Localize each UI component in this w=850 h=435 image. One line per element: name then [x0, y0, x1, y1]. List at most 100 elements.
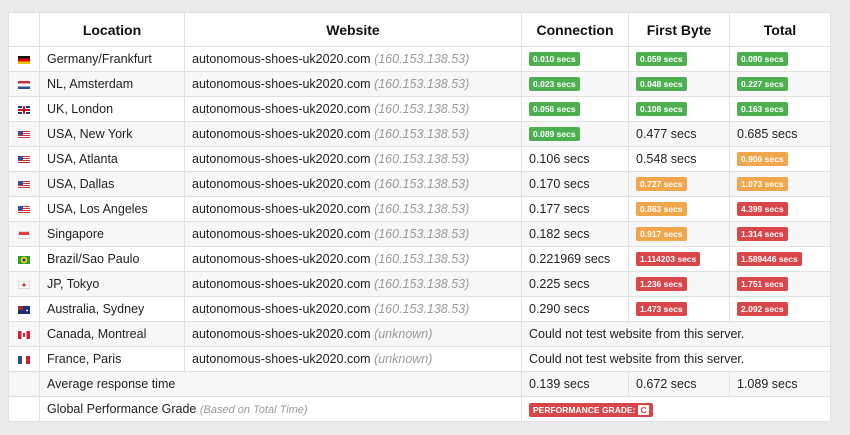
average-row: Average response time 0.139 secs 0.672 sec…: [8, 371, 831, 397]
website-cell: autonomous-shoes-uk2020.com (160.153.138…: [184, 296, 522, 322]
connection-value: 0.170 secs: [529, 177, 590, 191]
connection-cell: 0.221969 secs: [521, 246, 629, 272]
table-row: UK, London autonomous-shoes-uk2020.com (1…: [8, 96, 831, 122]
total-cell: 0.906 secs: [729, 146, 831, 172]
location-name: UK, London: [47, 102, 114, 116]
table-row: JP, Tokyo autonomous-shoes-uk2020.com (16…: [8, 271, 831, 297]
first-byte-cell: 0.917 secs: [628, 221, 730, 247]
usa-flag-icon: [18, 180, 30, 189]
first-byte-value: 0.548 secs: [636, 152, 697, 166]
total-cell: 4.399 secs: [729, 196, 831, 222]
website-domain: autonomous-shoes-uk2020.com: [192, 227, 371, 241]
total-badge: 0.090 secs: [737, 52, 788, 67]
grade-sublabel: (Based on Total Time): [199, 404, 308, 416]
usa-flag-icon: [18, 130, 30, 139]
flag-cell: [8, 46, 40, 72]
first-byte-header: First Byte: [628, 12, 730, 47]
flag-cell: [8, 271, 40, 297]
website-ip: (160.153.138.53): [374, 302, 470, 316]
connection-badge: 0.023 secs: [529, 77, 580, 92]
website-domain: autonomous-shoes-uk2020.com: [192, 77, 371, 91]
website-ip: (160.153.138.53): [374, 202, 470, 216]
usa-flag-icon: [18, 205, 30, 214]
total-badge: 1.589446 secs: [737, 252, 802, 267]
website-ip: (160.153.138.53): [374, 152, 470, 166]
average-flag-cell: [8, 371, 40, 397]
average-connection-cell: 0.139 secs: [521, 371, 629, 397]
location-cell: USA, Los Angeles: [39, 196, 185, 222]
website-ip: (160.153.138.53): [374, 102, 470, 116]
website-cell: autonomous-shoes-uk2020.com (unknown): [184, 346, 522, 372]
website-cell: autonomous-shoes-uk2020.com (unknown): [184, 321, 522, 347]
average-total-value: 1.089 secs: [737, 377, 798, 391]
total-value: 0.685 secs: [737, 127, 798, 141]
location-header: Location: [39, 12, 185, 47]
error-message-cell: Could not test website from this server.: [521, 346, 831, 372]
website-ip: (unknown): [374, 352, 433, 366]
total-badge: 1.073 secs: [737, 177, 788, 192]
table-row: NL, Amsterdam autonomous-shoes-uk2020.com…: [8, 71, 831, 97]
flag-cell: [8, 121, 40, 147]
location-cell: USA, New York: [39, 121, 185, 147]
location-cell: Brazil/Sao Paulo: [39, 246, 185, 272]
average-label-cell: Average response time: [39, 371, 522, 397]
france-flag-icon: [18, 355, 30, 364]
flag-cell: [8, 346, 40, 372]
japan-flag-icon: [18, 280, 30, 289]
connection-cell: 0.225 secs: [521, 271, 629, 297]
website-ip: (160.153.138.53): [374, 77, 470, 91]
table-row: USA, Los Angeles autonomous-shoes-uk2020.…: [8, 196, 831, 222]
website-domain: autonomous-shoes-uk2020.com: [192, 127, 371, 141]
website-domain: autonomous-shoes-uk2020.com: [192, 102, 371, 116]
first-byte-badge: 0.727 secs: [636, 177, 687, 192]
connection-value: 0.182 secs: [529, 227, 590, 241]
total-badge: 1.314 secs: [737, 227, 788, 242]
first-byte-cell: 0.548 secs: [628, 146, 730, 172]
total-cell: 2.092 secs: [729, 296, 831, 322]
total-header: Total: [729, 12, 831, 47]
connection-value: 0.221969 secs: [529, 252, 611, 266]
website-cell: autonomous-shoes-uk2020.com (160.153.138…: [184, 46, 522, 72]
website-cell: autonomous-shoes-uk2020.com (160.153.138…: [184, 71, 522, 97]
website-cell: autonomous-shoes-uk2020.com (160.153.138…: [184, 121, 522, 147]
location-cell: Germany/Frankfurt: [39, 46, 185, 72]
first-byte-value: 0.477 secs: [636, 127, 697, 141]
location-name: Australia, Sydney: [47, 302, 145, 316]
connection-cell: 0.177 secs: [521, 196, 629, 222]
total-cell: 1.751 secs: [729, 271, 831, 297]
total-badge: 0.163 secs: [737, 102, 788, 117]
first-byte-cell: 0.863 secs: [628, 196, 730, 222]
location-cell: Australia, Sydney: [39, 296, 185, 322]
error-message-cell: Could not test website from this server.: [521, 321, 831, 347]
total-cell: 0.163 secs: [729, 96, 831, 122]
connection-value: 0.106 secs: [529, 152, 590, 166]
website-ip: (160.153.138.53): [374, 52, 470, 66]
table-row: Brazil/Sao Paulo autonomous-shoes-uk2020.…: [8, 246, 831, 272]
grade-row: Global Performance Grade (Based on Total…: [8, 396, 831, 422]
canada-flag-icon: [18, 330, 30, 339]
table-row: Canada, Montreal autonomous-shoes-uk2020.…: [8, 321, 831, 347]
first-byte-badge: 1.114203 secs: [636, 252, 701, 267]
location-name: Canada, Montreal: [47, 327, 147, 341]
connection-cell: 0.290 secs: [521, 296, 629, 322]
website-ip: (160.153.138.53): [374, 177, 470, 191]
website-domain: autonomous-shoes-uk2020.com: [192, 352, 371, 366]
total-cell: 1.073 secs: [729, 171, 831, 197]
response-time-table: Location Website Connection First Byte T…: [8, 12, 831, 422]
uk-flag-icon: [18, 105, 30, 114]
error-message: Could not test website from this server.: [529, 327, 745, 341]
location-cell: Singapore: [39, 221, 185, 247]
website-cell: autonomous-shoes-uk2020.com (160.153.138…: [184, 171, 522, 197]
connection-value: 0.225 secs: [529, 277, 590, 291]
flag-cell: [8, 196, 40, 222]
germany-flag-icon: [18, 55, 30, 64]
grade-flag-cell: [8, 396, 40, 422]
connection-cell: 0.056 secs: [521, 96, 629, 122]
location-cell: Canada, Montreal: [39, 321, 185, 347]
netherlands-flag-icon: [18, 80, 30, 89]
location-cell: NL, Amsterdam: [39, 71, 185, 97]
first-byte-cell: 1.114203 secs: [628, 246, 730, 272]
location-name: France, Paris: [47, 352, 122, 366]
website-ip: (160.153.138.53): [374, 127, 470, 141]
table-row: USA, Atlanta autonomous-shoes-uk2020.com …: [8, 146, 831, 172]
